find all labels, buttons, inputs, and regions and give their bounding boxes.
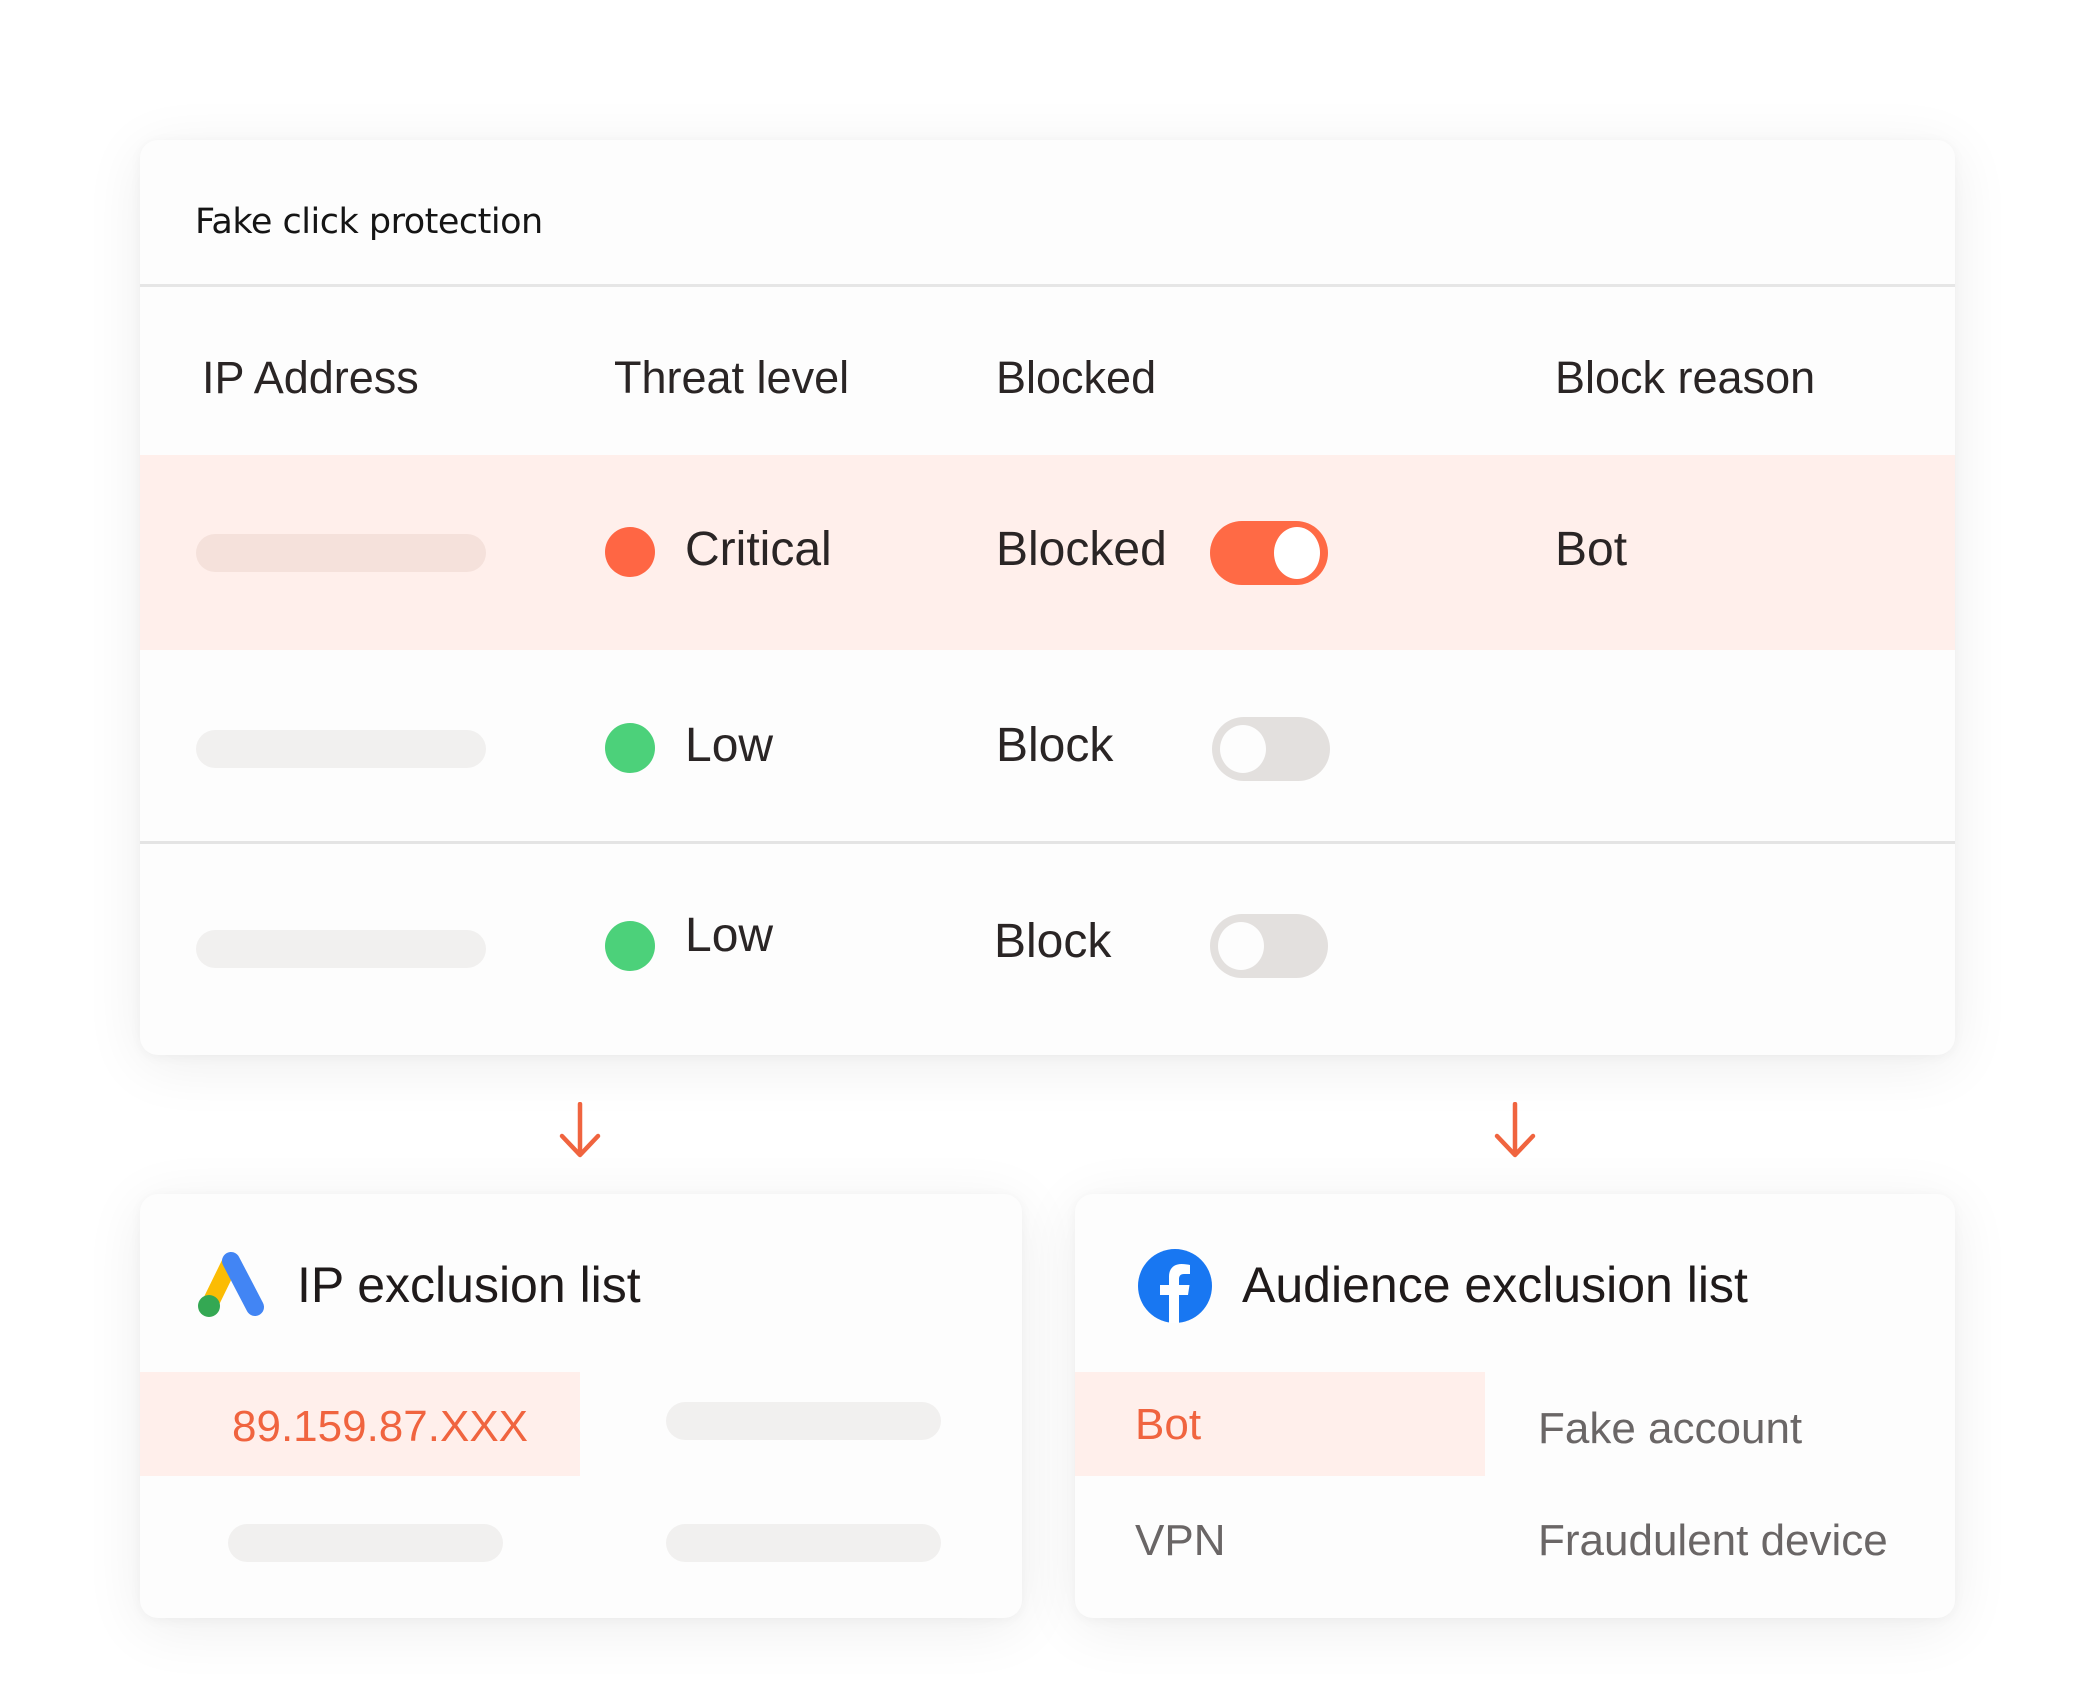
- table-row: Low Block: [140, 844, 1955, 1055]
- blocked-label: Blocked: [996, 523, 1167, 576]
- audience-exclusion-card: Audience exclusion list Bot Fake account…: [1075, 1194, 1955, 1618]
- card-header: Fake click protection: [140, 140, 1955, 287]
- block-reason-text: Bot: [1555, 523, 1628, 576]
- block-toggle[interactable]: [1210, 521, 1328, 585]
- threat-level-text: Low: [685, 909, 774, 962]
- column-header-block-reason: Block reason: [1555, 352, 1816, 403]
- column-header-blocked: Blocked: [996, 352, 1157, 403]
- toggle-knob: [1214, 918, 1268, 974]
- threat-level-text: Critical: [685, 523, 832, 576]
- highlighted-audience-cell: Bot: [1075, 1372, 1485, 1476]
- ip-address-placeholder: [196, 534, 486, 572]
- toggle-knob: [1216, 721, 1270, 777]
- toggle-knob: [1274, 527, 1320, 579]
- highlighted-ip-cell: 89.159.87.XXX: [140, 1372, 580, 1476]
- column-header-ip-address: IP Address: [202, 352, 419, 403]
- threat-low-dot-icon: [605, 723, 655, 773]
- arrow-down-icon: [559, 1102, 601, 1158]
- blocked-label: Block: [996, 719, 1114, 772]
- blocked-label: Block: [994, 915, 1112, 968]
- table-row: Low Block: [140, 650, 1955, 844]
- ip-placeholder: [666, 1524, 941, 1562]
- audience-entry-bot: Bot: [1135, 1400, 1202, 1449]
- audience-entry-fraudulent-device: Fraudulent device: [1538, 1516, 1888, 1565]
- block-toggle[interactable]: [1212, 717, 1330, 781]
- column-header-threat-level: Threat level: [614, 352, 850, 403]
- ip-address-placeholder: [196, 930, 486, 968]
- audience-entry-vpn: VPN: [1135, 1516, 1226, 1565]
- facebook-logo-icon: [1138, 1249, 1212, 1323]
- block-toggle[interactable]: [1210, 914, 1328, 978]
- ip-placeholder: [228, 1524, 503, 1562]
- card-title: Fake click protection: [195, 202, 543, 242]
- audience-entry-fake-account: Fake account: [1538, 1404, 1803, 1453]
- threat-low-dot-icon: [605, 921, 655, 971]
- excluded-ip-text: 89.159.87.XXX: [232, 1402, 529, 1451]
- ip-placeholder: [666, 1402, 941, 1440]
- ip-address-placeholder: [196, 730, 486, 768]
- google-ads-logo-icon: [198, 1252, 264, 1317]
- fake-click-protection-card: Fake click protection IP Address Threat …: [140, 140, 1955, 1055]
- threat-level-text: Low: [685, 719, 774, 772]
- table-row: Critical Blocked Bot: [140, 455, 1955, 650]
- threat-critical-dot-icon: [605, 527, 655, 577]
- ip-exclusion-card: IP exclusion list 89.159.87.XXX: [140, 1194, 1022, 1618]
- arrow-down-icon: [1494, 1102, 1536, 1158]
- ip-exclusion-title: IP exclusion list: [297, 1257, 641, 1313]
- audience-exclusion-title: Audience exclusion list: [1242, 1257, 1748, 1313]
